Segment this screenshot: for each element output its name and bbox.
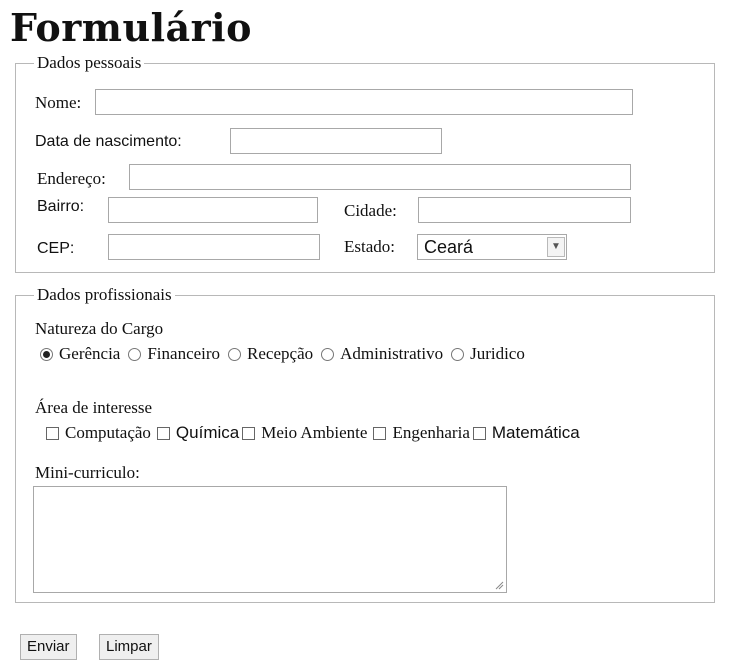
bairro-input[interactable] bbox=[108, 197, 318, 223]
radio-button[interactable] bbox=[40, 347, 53, 361]
radio-option[interactable]: Juridico bbox=[451, 344, 525, 364]
professional-data-legend: Dados profissionais bbox=[34, 285, 175, 305]
natureza-label: Natureza do Cargo bbox=[35, 319, 164, 338]
endereco-label: Endereço: bbox=[37, 169, 106, 188]
checkbox-option[interactable]: Engenharia bbox=[373, 423, 470, 443]
chevron-down-icon[interactable]: ▼ bbox=[547, 237, 565, 257]
checkbox[interactable] bbox=[373, 426, 387, 440]
radio-label: Juridico bbox=[470, 344, 525, 363]
radio-label: Administrativo bbox=[340, 344, 444, 363]
resize-handle-icon[interactable] bbox=[494, 580, 504, 590]
cidade-input[interactable] bbox=[418, 197, 631, 223]
nascimento-label: Data de nascimento: bbox=[35, 133, 182, 150]
radio-button[interactable] bbox=[321, 347, 335, 361]
nome-input[interactable] bbox=[95, 89, 633, 115]
estado-label: Estado: bbox=[344, 237, 395, 256]
radio-label: Financeiro bbox=[147, 344, 221, 363]
radio-label: Gerência bbox=[59, 344, 121, 363]
checkbox-option[interactable]: Química bbox=[156, 423, 240, 443]
checkbox-label: Matemática bbox=[491, 423, 580, 442]
personal-data-legend: Dados pessoais bbox=[34, 53, 145, 73]
estado-select[interactable]: Ceará ▼ bbox=[417, 234, 567, 260]
checkbox-label: Meio Ambiente bbox=[261, 423, 368, 442]
radio-option[interactable]: Gerência bbox=[40, 344, 120, 364]
checkbox[interactable] bbox=[242, 426, 256, 440]
endereco-input[interactable] bbox=[129, 164, 631, 190]
radio-button[interactable] bbox=[128, 347, 142, 361]
checkbox-label: Engenharia bbox=[392, 423, 470, 442]
radio-label: Recepção bbox=[247, 344, 314, 363]
bairro-label: Bairro: bbox=[37, 198, 85, 215]
radio-option[interactable]: Administrativo bbox=[321, 344, 443, 364]
nome-label: Nome: bbox=[35, 93, 82, 112]
curriculo-textarea[interactable] bbox=[33, 486, 507, 593]
cidade-label: Cidade: bbox=[344, 201, 397, 220]
radio-option[interactable]: Recepção bbox=[228, 344, 313, 364]
radio-button[interactable] bbox=[451, 347, 465, 361]
radio-option[interactable]: Financeiro bbox=[128, 344, 220, 364]
checkbox-option[interactable]: Computação bbox=[46, 423, 151, 443]
reset-button[interactable]: Limpar bbox=[99, 634, 159, 660]
checkbox[interactable] bbox=[156, 426, 170, 440]
area-label: Área de interesse bbox=[35, 398, 153, 417]
cep-label: CEP: bbox=[37, 240, 75, 257]
curriculo-label: Mini-curriculo: bbox=[35, 463, 140, 482]
checkbox-option[interactable]: Meio Ambiente bbox=[242, 423, 367, 443]
checkbox-label: Computação bbox=[65, 423, 151, 442]
checkbox-label: Química bbox=[175, 423, 240, 442]
submit-button[interactable]: Enviar bbox=[20, 634, 77, 660]
checkbox[interactable] bbox=[472, 426, 486, 440]
checkbox[interactable] bbox=[46, 426, 59, 440]
estado-selected-value: Ceará bbox=[424, 237, 474, 257]
radio-button[interactable] bbox=[228, 347, 242, 361]
cep-input[interactable] bbox=[108, 234, 320, 260]
area-checkbox-group: Computação Química Meio Ambiente Engenha… bbox=[46, 422, 580, 444]
checkbox-option[interactable]: Matemática bbox=[472, 423, 580, 443]
natureza-radio-group: Gerência Financeiro Recepção Administrat… bbox=[40, 343, 533, 365]
nascimento-input[interactable] bbox=[230, 128, 442, 154]
page-title: Formulário bbox=[10, 5, 252, 50]
